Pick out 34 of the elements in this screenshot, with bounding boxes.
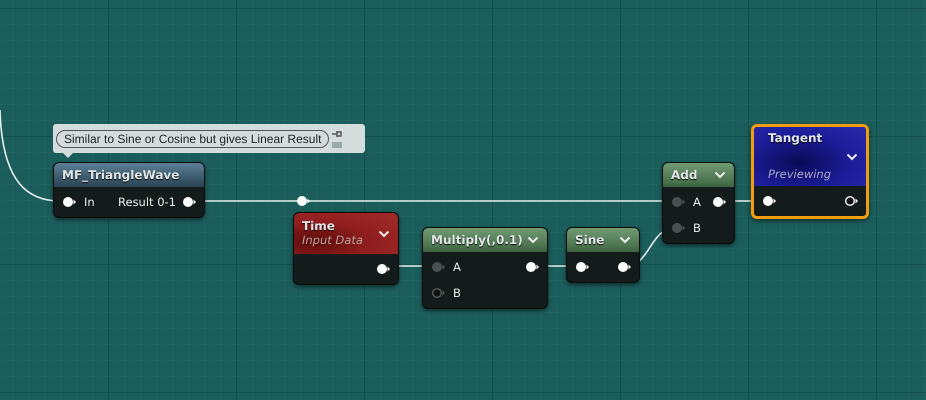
pin-icon[interactable]	[62, 196, 78, 208]
node-title: Multiply(,0.1)	[431, 233, 521, 247]
pin-label: B	[693, 221, 701, 235]
pin-icon[interactable]	[182, 196, 198, 208]
comment-text: Similar to Sine or Cosine but gives Linear Result	[56, 130, 330, 148]
material-node[interactable]: Tangent Previewing	[751, 124, 869, 219]
node-subtitle: Input Data	[302, 233, 364, 247]
pin-icon[interactable]	[376, 263, 392, 275]
pin-label: A	[693, 195, 701, 209]
node-title: Time	[302, 219, 336, 233]
pin-label: In	[84, 195, 95, 209]
pin-icon[interactable]	[525, 261, 541, 273]
node-title: Tangent	[768, 131, 824, 145]
node-title: Add	[671, 168, 698, 182]
material-node[interactable]: Sine	[566, 227, 640, 283]
chevron-icon[interactable]	[378, 230, 390, 238]
pin-icon[interactable]	[844, 195, 860, 207]
graph-canvas[interactable]: Similar to Sine or Cosine but gives Linear Result MF_TriangleWave In Result 0-1 Time Input Data Multiply(,0.1) A B Sine Add A B Tangent Previewing	[0, 0, 926, 400]
material-node[interactable]: Add A B	[662, 162, 735, 244]
node-title: MF_TriangleWave	[62, 168, 178, 182]
reroute-knot[interactable]	[296, 195, 312, 207]
node-subtitle: Previewing	[768, 167, 832, 181]
pin-icon[interactable]	[575, 261, 591, 273]
pin-label: B	[453, 286, 461, 300]
pin-icon[interactable]	[617, 261, 633, 273]
pin-icon[interactable]	[712, 196, 728, 208]
pin-label: A	[453, 260, 461, 274]
node-title: Sine	[575, 233, 606, 247]
chevron-icon[interactable]	[846, 152, 858, 160]
material-node[interactable]: Multiply(,0.1) A B	[422, 227, 548, 309]
pin-label: Result 0-1	[118, 195, 176, 209]
pin-icon[interactable]	[762, 195, 778, 207]
material-node[interactable]: MF_TriangleWave In Result 0-1	[53, 162, 205, 218]
material-node[interactable]: Time Input Data	[293, 212, 399, 285]
